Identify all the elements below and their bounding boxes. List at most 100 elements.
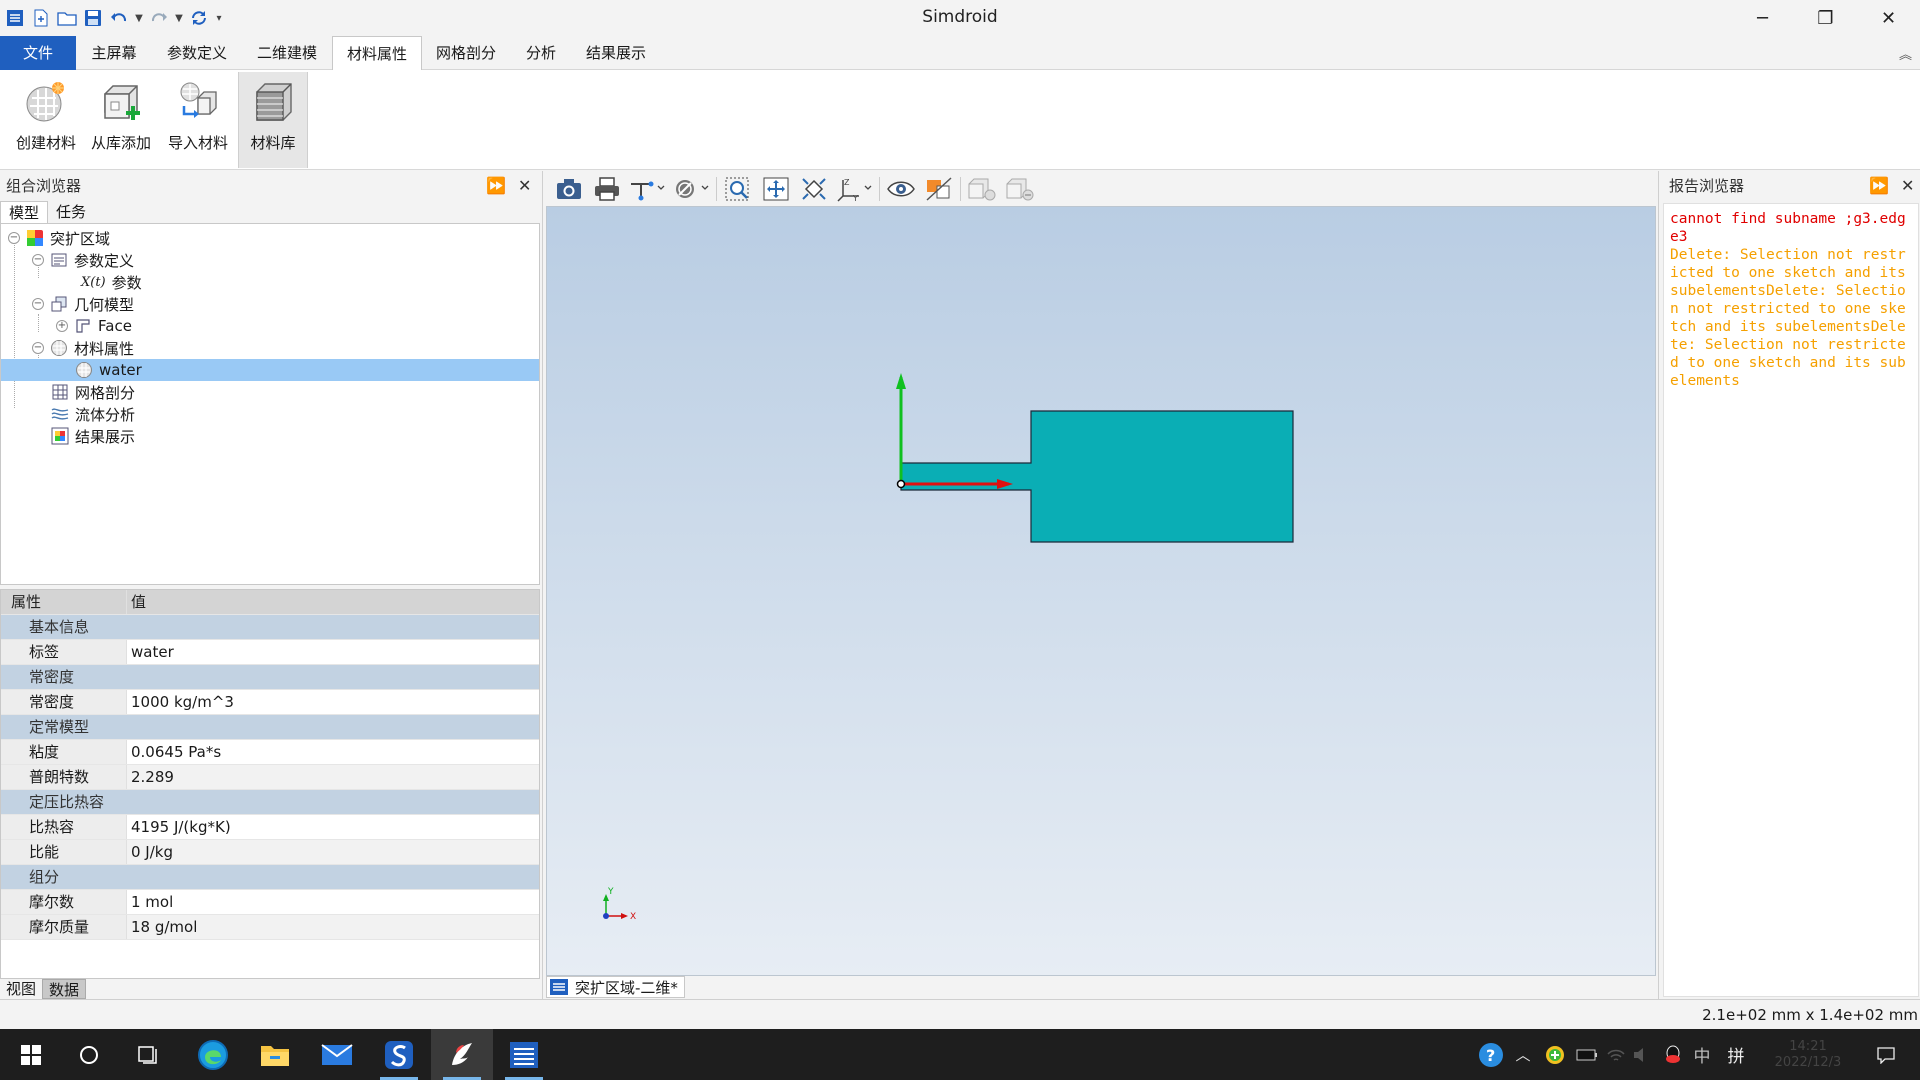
minimize-button[interactable]: ─ xyxy=(1731,0,1794,36)
report-log[interactable]: cannot find subname ;g3.edge3 Delete: Se… xyxy=(1663,203,1919,997)
collapse-icon[interactable]: − xyxy=(32,342,44,354)
tree-item-water[interactable]: water xyxy=(1,359,539,381)
undo-icon[interactable] xyxy=(106,5,132,31)
property-group[interactable]: 组分 xyxy=(1,865,539,890)
restore-button[interactable]: ❐ xyxy=(1794,0,1857,36)
save-icon[interactable] xyxy=(80,5,106,31)
tab-view[interactable]: 视图 xyxy=(0,979,42,999)
origin-point[interactable] xyxy=(896,479,906,489)
refresh-icon[interactable] xyxy=(186,5,212,31)
property-row[interactable]: 常密度 1000 kg/m^3 xyxy=(1,690,539,715)
document-tab[interactable]: 突扩区域-二维* xyxy=(546,976,685,998)
property-row[interactable]: 普朗特数 2.289 xyxy=(1,765,539,790)
property-row[interactable]: 摩尔质量 18 g/mol xyxy=(1,915,539,940)
mail-icon[interactable] xyxy=(306,1029,368,1080)
tree-item-root[interactable]: − 突扩区域 xyxy=(1,227,539,249)
pan-icon[interactable] xyxy=(757,174,795,204)
redo-icon[interactable] xyxy=(146,5,172,31)
tree-item-meshing[interactable]: 网格剖分 xyxy=(1,381,539,403)
tab-meshing[interactable]: 网格剖分 xyxy=(422,36,510,70)
3d-viewport[interactable]: Y X xyxy=(546,206,1656,976)
property-value[interactable]: 1000 kg/m^3 xyxy=(127,690,539,714)
file-explorer-icon[interactable] xyxy=(244,1029,306,1080)
tree-item-parameters[interactable]: X(t) 参数 xyxy=(1,271,539,293)
tree-item-geometry[interactable]: − 几何模型 xyxy=(1,293,539,315)
property-value[interactable]: 0.0645 Pa*s xyxy=(127,740,539,764)
print-icon[interactable] xyxy=(588,174,626,204)
tab-tasks[interactable]: 任务 xyxy=(48,201,94,223)
tab-model[interactable]: 模型 xyxy=(0,201,49,223)
open-folder-icon[interactable] xyxy=(54,5,80,31)
tree-item-fluid-analysis[interactable]: 流体分析 xyxy=(1,403,539,425)
ime-layout-indicator[interactable]: 拼 xyxy=(1722,1029,1750,1080)
display-style-dropdown-icon[interactable] xyxy=(670,174,714,204)
property-row[interactable]: 标签 water xyxy=(1,640,539,665)
import-material-button[interactable]: 导入材料 xyxy=(161,78,235,164)
edge-icon[interactable] xyxy=(182,1029,244,1080)
windows-start-icon[interactable] xyxy=(0,1029,62,1080)
undo-dropdown-icon[interactable]: ▼ xyxy=(132,5,146,31)
feather-app-icon[interactable] xyxy=(431,1029,493,1080)
property-group[interactable]: 定常模型 xyxy=(1,715,539,740)
tree-item-face[interactable]: + Face xyxy=(1,315,539,337)
security-icon[interactable] xyxy=(1540,1029,1570,1080)
visibility-eye-icon[interactable] xyxy=(882,174,920,204)
property-group[interactable]: 基本信息 xyxy=(1,615,539,640)
help-icon[interactable]: ? xyxy=(1474,1029,1508,1080)
property-value[interactable]: 18 g/mol xyxy=(127,915,539,939)
measure-dropdown-icon[interactable] xyxy=(626,174,670,204)
property-value[interactable]: 1 mol xyxy=(127,890,539,914)
cortana-icon[interactable] xyxy=(58,1029,120,1080)
tab-parameters[interactable]: 参数定义 xyxy=(152,36,242,70)
network-icon[interactable] xyxy=(1604,1029,1628,1080)
property-value[interactable]: 2.289 xyxy=(127,765,539,789)
show-hidden-icons[interactable]: ︿ xyxy=(1512,1029,1534,1080)
property-value[interactable]: 0 J/kg xyxy=(127,840,539,864)
redo-dropdown-icon[interactable]: ▼ xyxy=(172,5,186,31)
tree-item-parameters-def[interactable]: − 参数定义 xyxy=(1,249,539,271)
float-panel-icon[interactable]: ⏩ xyxy=(486,171,506,201)
simdroid-app-icon[interactable] xyxy=(493,1029,555,1080)
collapse-icon[interactable]: − xyxy=(32,254,44,266)
section-view-icon[interactable] xyxy=(920,174,958,204)
customize-icon[interactable]: ▾ xyxy=(212,5,226,31)
volume-icon[interactable] xyxy=(1630,1029,1654,1080)
task-view-icon[interactable] xyxy=(118,1029,180,1080)
property-row[interactable]: 粘度 0.0645 Pa*s xyxy=(1,740,539,765)
property-row[interactable]: 比能 0 J/kg xyxy=(1,840,539,865)
property-row[interactable]: 摩尔数 1 mol xyxy=(1,890,539,915)
tab-home[interactable]: 主屏幕 xyxy=(76,36,152,70)
material-remove-icon[interactable] xyxy=(1001,174,1039,204)
app-icon[interactable] xyxy=(2,5,28,31)
battery-icon[interactable] xyxy=(1574,1029,1600,1080)
tab-file[interactable]: 文件 xyxy=(0,36,76,70)
new-icon[interactable] xyxy=(28,5,54,31)
expand-icon[interactable]: + xyxy=(56,320,68,332)
zoom-box-icon[interactable] xyxy=(719,174,757,204)
close-panel-icon[interactable]: ✕ xyxy=(1901,171,1914,201)
screenshot-icon[interactable] xyxy=(550,174,588,204)
simdroid-s-icon[interactable] xyxy=(368,1029,430,1080)
tab-analysis[interactable]: 分析 xyxy=(510,36,572,70)
axis-view-dropdown-icon[interactable]: ZY xyxy=(833,174,877,204)
tab-2d-modeling[interactable]: 二维建模 xyxy=(242,36,332,70)
collapse-ribbon-icon[interactable]: ︽ xyxy=(1899,44,1912,63)
property-value[interactable]: 4195 J/(kg*K) xyxy=(127,815,539,839)
ime-mode-indicator[interactable]: 中 xyxy=(1688,1029,1716,1080)
property-group[interactable]: 定压比热容 xyxy=(1,790,539,815)
property-value[interactable]: water xyxy=(127,640,539,664)
property-row[interactable]: 比热容 4195 J/(kg*K) xyxy=(1,815,539,840)
tab-material-properties[interactable]: 材料属性 xyxy=(332,36,422,71)
sudden-expansion-geometry[interactable] xyxy=(900,410,1294,543)
collapse-icon[interactable]: − xyxy=(32,298,44,310)
clock[interactable]: 14:21 2022/12/3 xyxy=(1756,1029,1860,1080)
material-library-button[interactable]: 材料库 xyxy=(238,72,308,168)
material-apply-icon[interactable] xyxy=(963,174,1001,204)
fit-all-icon[interactable] xyxy=(795,174,833,204)
close-panel-icon[interactable]: ✕ xyxy=(518,171,531,201)
close-button[interactable]: ✕ xyxy=(1857,0,1920,36)
qq-icon[interactable] xyxy=(1660,1029,1686,1080)
create-material-button[interactable]: 创建材料 xyxy=(9,78,83,164)
tab-data[interactable]: 数据 xyxy=(42,979,87,999)
collapse-icon[interactable]: − xyxy=(8,232,20,244)
